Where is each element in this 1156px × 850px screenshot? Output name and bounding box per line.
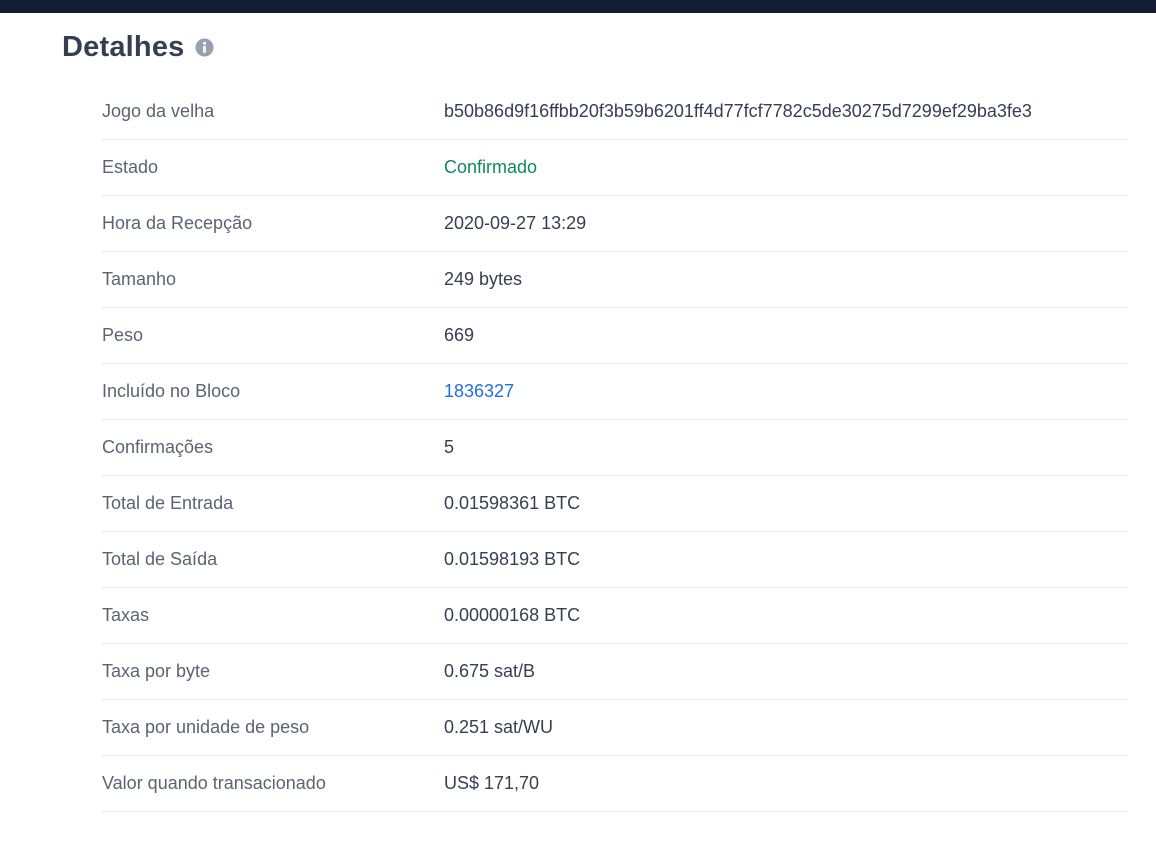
detail-row-size: Tamanho 249 bytes (101, 252, 1127, 308)
fee-per-byte-value: 0.675 sat/B (444, 661, 536, 681)
block-height-link[interactable]: 1836327 (444, 381, 514, 402)
detail-row-total-output: Total de Saída 0.01598193 BTC (101, 532, 1127, 588)
received-time-value: 2020-09-27 13:29 (444, 213, 587, 233)
transaction-details-table: Jogo da velha b50b86d9f16ffbb20f3b59b620… (101, 84, 1127, 812)
detail-label-fee-per-weight: Taxa por unidade de peso (102, 717, 310, 737)
detail-label-total-input: Total de Entrada (102, 493, 234, 513)
value-when-transacted-value: US$ 171,70 (444, 773, 540, 793)
detail-label-size: Tamanho (102, 269, 177, 289)
detail-row-block: Incluído no Bloco 1836327 (101, 364, 1127, 420)
detail-row-fees: Taxas 0.00000168 BTC (101, 588, 1127, 644)
weight-value: 669 (444, 325, 475, 345)
detail-label-fees: Taxas (102, 605, 150, 625)
details-header: Detalhes (62, 27, 215, 67)
detail-row-confirmations: Confirmações 5 (101, 420, 1127, 476)
status-value: Confirmado (444, 157, 538, 177)
detail-label-status: Estado (102, 157, 159, 177)
confirmations-value: 5 (444, 437, 455, 457)
detail-row-total-input: Total de Entrada 0.01598361 BTC (101, 476, 1127, 532)
detail-row-weight: Peso 669 (101, 308, 1127, 364)
detail-label-confirmations: Confirmações (102, 437, 214, 457)
detail-row-fee-per-weight: Taxa por unidade de peso 0.251 sat/WU (101, 700, 1127, 756)
detail-row-received-time: Hora da Recepção 2020-09-27 13:29 (101, 196, 1127, 252)
detail-label-total-output: Total de Saída (102, 549, 218, 569)
detail-label-block: Incluído no Bloco (102, 381, 241, 401)
detail-row-value-when-transacted: Valor quando transacionado US$ 171,70 (101, 756, 1127, 812)
detail-label-value-when-transacted: Valor quando transacionado (102, 773, 326, 793)
detail-label-received-time: Hora da Recepção (102, 213, 253, 233)
fee-per-weight-value: 0.251 sat/WU (444, 717, 554, 737)
page-title: Detalhes (62, 30, 185, 63)
total-output-value: 0.01598193 BTC (444, 549, 581, 569)
detail-label-weight: Peso (102, 325, 144, 345)
fees-value: 0.00000168 BTC (444, 605, 581, 625)
size-value: 249 bytes (444, 269, 523, 289)
total-input-value: 0.01598361 BTC (444, 493, 581, 513)
detail-row-status: Estado Confirmado (101, 140, 1127, 196)
info-circle-icon[interactable] (195, 37, 215, 57)
detail-row-fee-per-byte: Taxa por byte 0.675 sat/B (101, 644, 1127, 700)
detail-label-fee-per-byte: Taxa por byte (102, 661, 211, 681)
transaction-hash-value: b50b86d9f16ffbb20f3b59b6201ff4d77fcf7782… (444, 101, 1032, 121)
top-navigation-bar (0, 0, 1156, 13)
detail-label-hash: Jogo da velha (102, 101, 215, 121)
detail-row-hash: Jogo da velha b50b86d9f16ffbb20f3b59b620… (101, 84, 1127, 140)
